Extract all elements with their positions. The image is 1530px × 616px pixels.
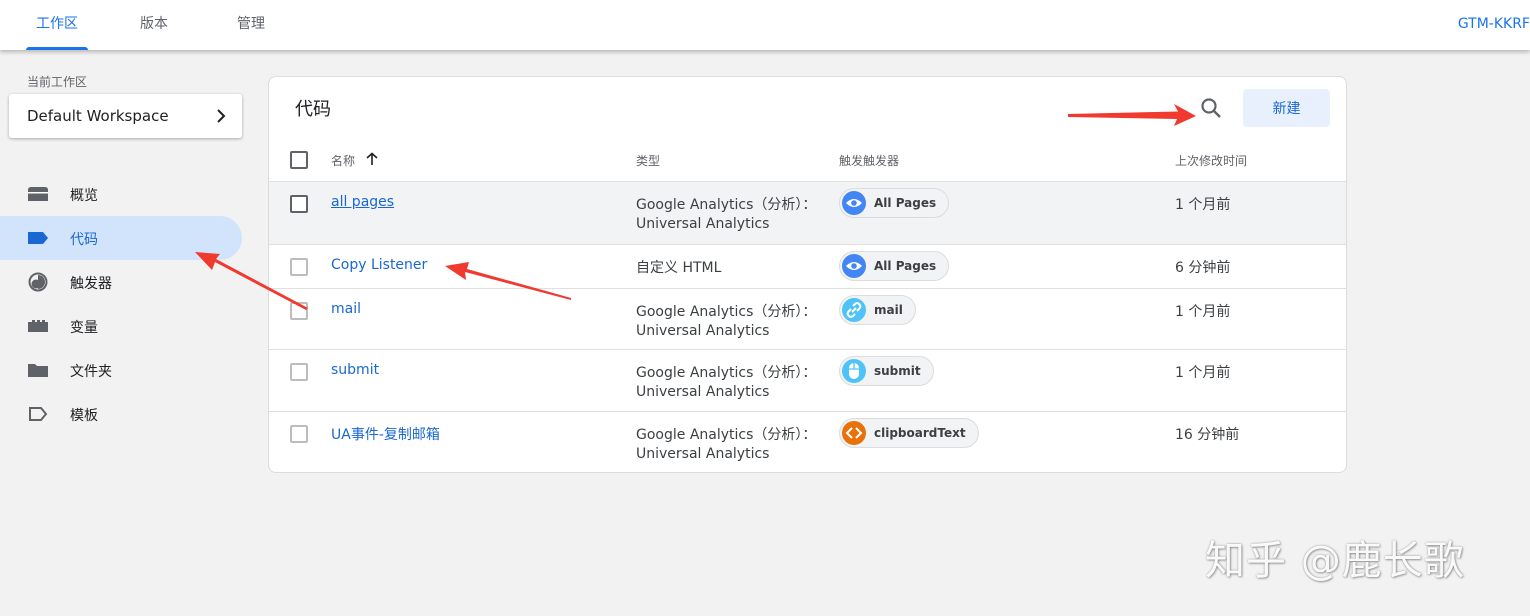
tab-versions[interactable]: 版本 [130, 0, 178, 50]
trigger-chip-label: mail [874, 303, 903, 317]
modified-time: 16 分钟前 [1175, 427, 1240, 443]
new-tag-button[interactable]: 新建 [1243, 89, 1330, 127]
table-row[interactable]: submit Google Analytics（分析）： Universal A… [269, 349, 1346, 411]
row-checkbox[interactable] [290, 195, 308, 213]
eye-icon [842, 191, 866, 215]
select-all-checkbox[interactable] [290, 151, 308, 169]
trigger-chip[interactable]: All Pages [839, 188, 950, 218]
sidebar-item-templates[interactable]: 模板 [0, 392, 242, 436]
modified-time: 1 个月前 [1175, 304, 1231, 320]
sidebar-item-folders[interactable]: 文件夹 [0, 348, 242, 392]
tag-name-link[interactable]: UA事件-复制邮箱 [331, 424, 440, 444]
workspace-name: Default Workspace [27, 107, 169, 125]
eye-icon [842, 254, 866, 278]
tag-type: Google Analytics（分析）： [636, 427, 817, 443]
tag-type-detail: Universal Analytics [636, 446, 770, 462]
page-title: 代码 [295, 99, 331, 120]
tag-type-detail: Universal Analytics [636, 216, 770, 232]
trigger-chip-label: All Pages [874, 196, 937, 210]
tag-name-link[interactable]: submit [331, 362, 379, 378]
row-checkbox[interactable] [290, 425, 308, 443]
table-row[interactable]: UA事件-复制邮箱 Google Analytics（分析）： Universa… [269, 411, 1346, 472]
trigger-chip-label: All Pages [874, 259, 937, 273]
chevron-right-icon [217, 109, 226, 123]
trigger-chip[interactable]: mail [839, 295, 916, 325]
column-header-modified[interactable]: 上次修改时间 [1175, 152, 1247, 169]
sidebar-item-triggers[interactable]: 触发器 [0, 260, 242, 304]
table-row[interactable]: all pages Google Analytics（分析）： Universa… [269, 181, 1346, 244]
row-checkbox[interactable] [290, 363, 308, 381]
watermark: 知乎 @鹿长歌 [1205, 538, 1465, 584]
workspace-selector[interactable]: Default Workspace [9, 94, 242, 138]
table-row[interactable]: mail Google Analytics（分析）： Universal Ana… [269, 288, 1346, 349]
trigger-chip[interactable]: All Pages [839, 251, 950, 281]
tag-type: Google Analytics（分析）： [636, 304, 817, 320]
column-header-type[interactable]: 类型 [636, 152, 660, 169]
tag-type-detail: Universal Analytics [636, 384, 770, 400]
sort-ascending-icon[interactable] [365, 152, 379, 166]
workspace-caption: 当前工作区 [27, 75, 88, 89]
code-icon [842, 421, 866, 445]
trigger-chip[interactable]: submit [839, 356, 934, 386]
sidebar-item-label: 触发器 [70, 276, 112, 292]
sidebar-item-label: 模板 [70, 408, 98, 424]
trigger-icon [28, 272, 48, 292]
sidebar-item-overview[interactable]: 概览 [0, 172, 242, 216]
container-id-link[interactable]: GTM-KKRF [1458, 0, 1530, 48]
trigger-chip-label: submit [874, 364, 921, 378]
column-header-name[interactable]: 名称 [331, 152, 355, 169]
folder-icon [28, 364, 48, 377]
top-navigation-bar: 工作区 版本 管理 GTM-KKRF [0, 0, 1530, 50]
tag-name-link[interactable]: mail [331, 301, 361, 317]
tab-workspace[interactable]: 工作区 [26, 0, 88, 50]
tag-icon [28, 232, 48, 244]
table-row[interactable]: Copy Listener 自定义 HTML All Pages 6 分钟前 [269, 244, 1346, 288]
sidebar-item-label: 文件夹 [70, 364, 112, 380]
variable-icon [28, 320, 48, 332]
tags-card: 代码 新建 名称 类型 触发触发器 上次修改时间 all pages Googl… [268, 76, 1347, 473]
modified-time: 1 个月前 [1175, 365, 1231, 381]
search-icon[interactable] [1199, 96, 1223, 120]
trigger-chip[interactable]: clipboardText [839, 418, 979, 448]
sidebar-item-variables[interactable]: 变量 [0, 304, 242, 348]
link-icon [842, 298, 866, 322]
tag-type: 自定义 HTML [636, 260, 722, 276]
modified-time: 6 分钟前 [1175, 260, 1231, 276]
sidebar-item-label: 变量 [70, 320, 98, 336]
sidebar-item-label: 代码 [70, 232, 98, 248]
sidebar-item-label: 概览 [70, 188, 98, 204]
modified-time: 1 个月前 [1175, 197, 1231, 213]
tag-name-link[interactable]: Copy Listener [331, 257, 427, 273]
tab-admin[interactable]: 管理 [227, 0, 275, 50]
overview-icon [28, 187, 48, 201]
tag-type-detail: Universal Analytics [636, 323, 770, 339]
tag-name-link[interactable]: all pages [331, 194, 394, 210]
column-header-triggers[interactable]: 触发触发器 [839, 152, 899, 169]
template-icon [29, 407, 48, 421]
tag-type: Google Analytics（分析）： [636, 365, 817, 381]
row-checkbox[interactable] [290, 302, 308, 320]
mouse-click-icon [842, 359, 866, 383]
sidebar-item-tags[interactable]: 代码 [0, 216, 242, 260]
row-checkbox[interactable] [290, 258, 308, 276]
tag-type: Google Analytics（分析）： [636, 197, 817, 213]
trigger-chip-label: clipboardText [874, 426, 966, 440]
